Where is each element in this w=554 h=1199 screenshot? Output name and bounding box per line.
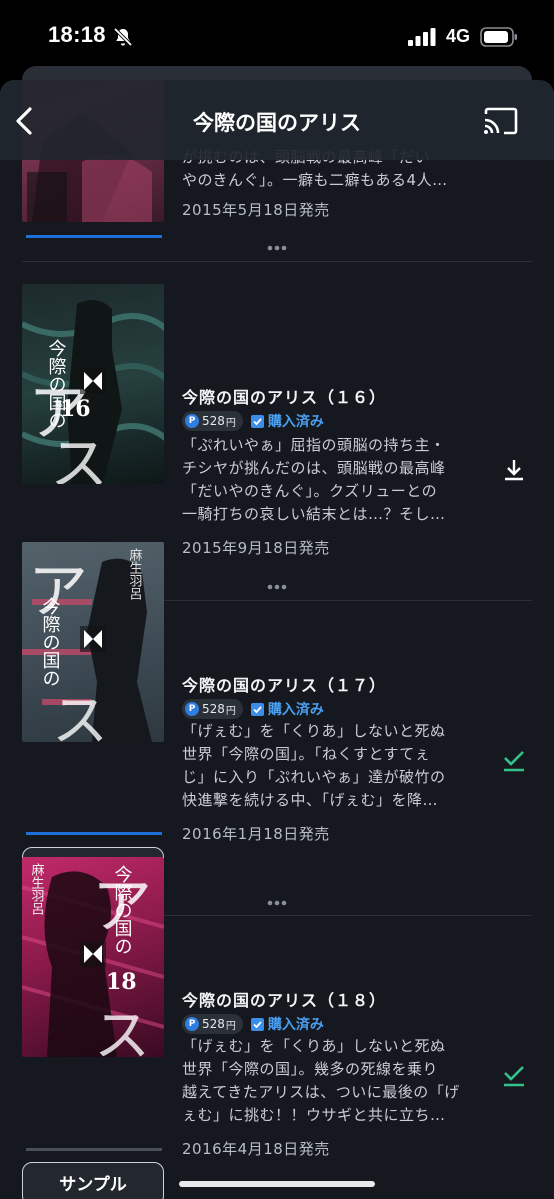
nav-bar: 今際の国のアリス [0, 80, 554, 160]
price-meta: P 528 円 購入済み [182, 411, 324, 431]
status-bar: 18:18 4G [0, 0, 554, 72]
read-progress-bar [26, 235, 162, 238]
release-date: 2016年1月18日発売 [182, 825, 330, 843]
read-progress-bar [26, 832, 162, 835]
volume-title[interactable]: 今際の国のアリス（１８） [182, 987, 386, 1011]
release-date: 2015年9月18日発売 [182, 539, 330, 557]
price-badge: P 528 円 [182, 699, 243, 719]
volume-description: 「げぇむ」を「くりあ」しないと死ぬ 世界「今際の国」。幾多の死線を乗り 越えてき… [182, 1037, 460, 1124]
page-title: 今際の国のアリス [193, 111, 361, 135]
price-meta: P 528 円 購入済み [182, 1014, 324, 1034]
divider [22, 261, 532, 262]
more-dots-icon[interactable] [266, 900, 288, 906]
volume-description: 「ぷれいやぁ」屈指の頭脳の持ち主・ チシヤが挑んだのは、頭脳戦の最高峰 「だいや… [182, 436, 446, 523]
price-badge: P 528 円 [182, 1014, 243, 1034]
cover-art: ア ス 今際の国の 麻生羽呂 [22, 542, 164, 742]
svg-text:ス: ス [52, 689, 108, 742]
svg-text:今際の国の: 今際の国の [112, 865, 133, 955]
purchased-check-icon [250, 1018, 264, 1031]
svg-text:18: 18 [106, 969, 137, 995]
network-type: 4G [445, 26, 470, 46]
cast-icon[interactable] [482, 106, 518, 136]
download-icon[interactable] [500, 456, 528, 484]
volume-description: 「げぇむ」を「くりあ」しないと死ぬ 世界「今際の国」。「ねくすとすてぇ じ」に入… [182, 722, 446, 809]
point-coin-icon: P [185, 414, 199, 428]
status-time: 18:18 [48, 22, 106, 47]
more-dots-icon[interactable] [266, 584, 288, 590]
book-cover-18[interactable]: ア ス 今際の国の 麻生羽呂 18 [22, 857, 164, 1057]
read-progress-bar [26, 1148, 162, 1151]
purchased-check-icon [250, 415, 264, 428]
purchased-badge: 購入済み [250, 699, 324, 719]
book-cover-17[interactable]: ア ス 今際の国の 麻生羽呂 [22, 542, 164, 742]
sample-button[interactable]: サンプル [22, 1162, 164, 1199]
svg-text:麻生羽呂: 麻生羽呂 [29, 863, 45, 915]
svg-text:ス: ス [94, 1004, 150, 1057]
downloaded-check-icon [504, 1066, 524, 1087]
svg-text:麻生羽呂: 麻生羽呂 [127, 548, 143, 600]
book-cover-16[interactable]: ア ス 今際の国の 16 [22, 284, 164, 484]
svg-text:今際の国の: 今際の国の [40, 597, 61, 687]
volume-title[interactable]: 今際の国のアリス（１７） [182, 672, 386, 696]
svg-text:16: 16 [60, 396, 91, 422]
purchased-badge: 購入済み [250, 411, 324, 431]
cover-art: ア ス 今際の国の 麻生羽呂 18 [22, 863, 164, 1057]
svg-text:ス: ス [50, 430, 108, 484]
point-coin-icon: P [185, 702, 199, 716]
bell-muted-icon [113, 27, 133, 47]
signal-icon [407, 27, 436, 46]
release-date: 2016年4月18日発売 [182, 1140, 330, 1158]
home-indicator[interactable] [179, 1181, 375, 1187]
purchased-check-icon [250, 703, 264, 716]
battery-icon [480, 26, 517, 47]
cover-art: ア ス 今際の国の 16 [22, 300, 164, 484]
point-coin-icon: P [185, 1017, 199, 1031]
price-badge: P 528 円 [182, 411, 243, 431]
volume-list-sheet: が挑むのは、頭脳戦の最高峰「だい やのきんぐ」。一癖も二癖もある4人… 2015… [0, 80, 554, 1199]
price-meta: P 528 円 購入済み [182, 699, 324, 719]
release-date: 2015年5月18日発売 [182, 201, 330, 219]
more-dots-icon[interactable] [266, 245, 288, 251]
downloaded-check-icon [504, 751, 524, 772]
volume-title[interactable]: 今際の国のアリス（１６） [182, 384, 386, 408]
purchased-badge: 購入済み [250, 1014, 324, 1034]
